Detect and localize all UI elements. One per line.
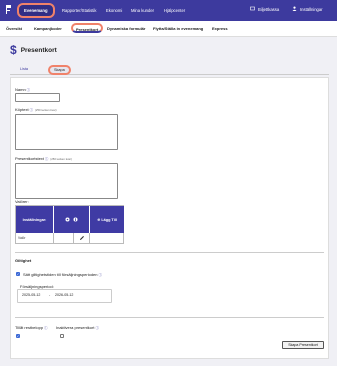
- plus-icon: ⊕: [97, 218, 101, 222]
- valor-row-label: Valör: [16, 233, 54, 244]
- top-navigation: Evenemang Rapporter/Statistik Ekonomi Mi…: [0, 0, 337, 21]
- subnav-presentkort[interactable]: Presentkort: [71, 23, 104, 33]
- nav-item-rapporter[interactable]: Rapporter/Statistik: [62, 8, 96, 13]
- ticket-icon: [250, 6, 255, 12]
- namn-label: Namnⓘ: [15, 87, 30, 92]
- presentkortstext-label: Presentkortstextⓘ (250 tecken kvar): [15, 156, 72, 161]
- dollar-icon: $: [10, 43, 17, 57]
- valorer-label: Valörer:: [15, 199, 29, 204]
- info-icon[interactable]: [73, 217, 78, 223]
- page-title: Presentkort: [20, 46, 57, 54]
- installningar-link[interactable]: Inställningar: [292, 6, 323, 12]
- info-icon[interactable]: ⓘ: [99, 273, 102, 277]
- installningar-label: Inställningar: [300, 6, 323, 12]
- skapa-presentkort-button[interactable]: Skapa Presentkort: [282, 341, 324, 349]
- subnav-flytta-stalla-in[interactable]: Flytta/Ställa in evenemang: [153, 26, 203, 31]
- nav-item-hjalpcenter[interactable]: Hjälpcenter: [164, 8, 185, 13]
- date-separator: -: [49, 293, 51, 297]
- koptext-char-counter: (250 tecken kvar): [34, 108, 57, 112]
- subnav-oversikt[interactable]: Översikt: [6, 26, 22, 31]
- divider: [15, 252, 324, 253]
- nav-item-ekonomi[interactable]: Ekonomi: [106, 8, 122, 13]
- nav-item-mina-kunder[interactable]: Mina kunder: [131, 8, 154, 13]
- tillat-restbelopp-text: Tillåt restbelopp: [15, 325, 44, 330]
- presentkortstext-label-text: Presentkortstext: [15, 156, 44, 161]
- edit-pencil-icon[interactable]: [74, 233, 90, 244]
- page-header: $ Presentkort: [10, 43, 57, 57]
- info-icon[interactable]: ⓘ: [45, 157, 48, 161]
- valorer-table: Inställningar: ⊕ Lägg Till Valör: [15, 205, 124, 244]
- tillat-restbelopp-label: Tillåt restbeloppⓘ: [15, 325, 47, 330]
- user-icon: [292, 6, 297, 12]
- date-from[interactable]: 2025-05-12: [22, 293, 40, 297]
- sub-navigation: Översikt Kampanjkoder Presentkort Dynami…: [0, 21, 337, 37]
- table-header-controls: [54, 206, 90, 233]
- info-icon[interactable]: ⓘ: [30, 108, 33, 112]
- inaktivera-presentkort-label: Inaktivera presentkortⓘ: [56, 325, 99, 330]
- date-to[interactable]: 2026-05-12: [55, 293, 73, 297]
- koptext-label-text: Köptext: [15, 107, 29, 112]
- lagg-till-button[interactable]: ⊕ Lägg Till: [90, 206, 124, 233]
- koptext-textarea[interactable]: [15, 114, 118, 150]
- nav-item-evenemang[interactable]: Evenemang: [17, 3, 55, 18]
- tillat-restbelopp-checkbox[interactable]: ✓: [16, 334, 20, 338]
- satt-giltighetstid-text: Sätt giltighetstiden till försäljningspe…: [23, 272, 98, 277]
- tab-lista[interactable]: Lista: [20, 67, 28, 71]
- subnav-kampanjkoder[interactable]: Kampanjkoder: [34, 26, 62, 31]
- satt-giltighetstid-label: Sätt giltighetstiden till försäljningspe…: [23, 272, 102, 277]
- tab-bar: Lista Skapa: [10, 65, 329, 75]
- namn-label-text: Namn: [15, 87, 26, 92]
- presentkortstext-textarea[interactable]: [15, 163, 118, 199]
- namn-input[interactable]: [15, 93, 60, 102]
- valor-row-empty-cell: [90, 233, 124, 244]
- valor-input[interactable]: [54, 233, 74, 244]
- satt-giltighetstid-checkbox[interactable]: ✓: [16, 272, 20, 276]
- tab-skapa[interactable]: Skapa: [48, 65, 71, 75]
- giltighet-heading: Giltighet: [15, 258, 32, 263]
- lagg-till-label: Lägg Till: [101, 217, 117, 222]
- divider: [15, 317, 324, 318]
- settings-icon[interactable]: [65, 217, 70, 223]
- presentkortstext-char-counter: (250 tecken kvar): [50, 157, 72, 161]
- brand-logo-icon[interactable]: [5, 4, 12, 15]
- inaktivera-presentkort-checkbox[interactable]: [60, 334, 64, 338]
- info-icon[interactable]: ⓘ: [44, 326, 47, 330]
- info-icon[interactable]: ⓘ: [27, 88, 30, 92]
- info-icon[interactable]: ⓘ: [95, 326, 98, 330]
- inaktivera-presentkort-text: Inaktivera presentkort: [56, 325, 95, 330]
- koptext-label: Köptextⓘ (250 tecken kvar): [15, 107, 57, 112]
- subnav-express[interactable]: Express: [212, 26, 228, 31]
- biljettkassa-link[interactable]: Biljettkassa: [250, 6, 279, 12]
- biljettkassa-label: Biljettkassa: [258, 6, 280, 12]
- subnav-dynamiska-formular[interactable]: Dynamiska formulär: [107, 26, 145, 31]
- table-header-installningar: Inställningar:: [16, 206, 54, 233]
